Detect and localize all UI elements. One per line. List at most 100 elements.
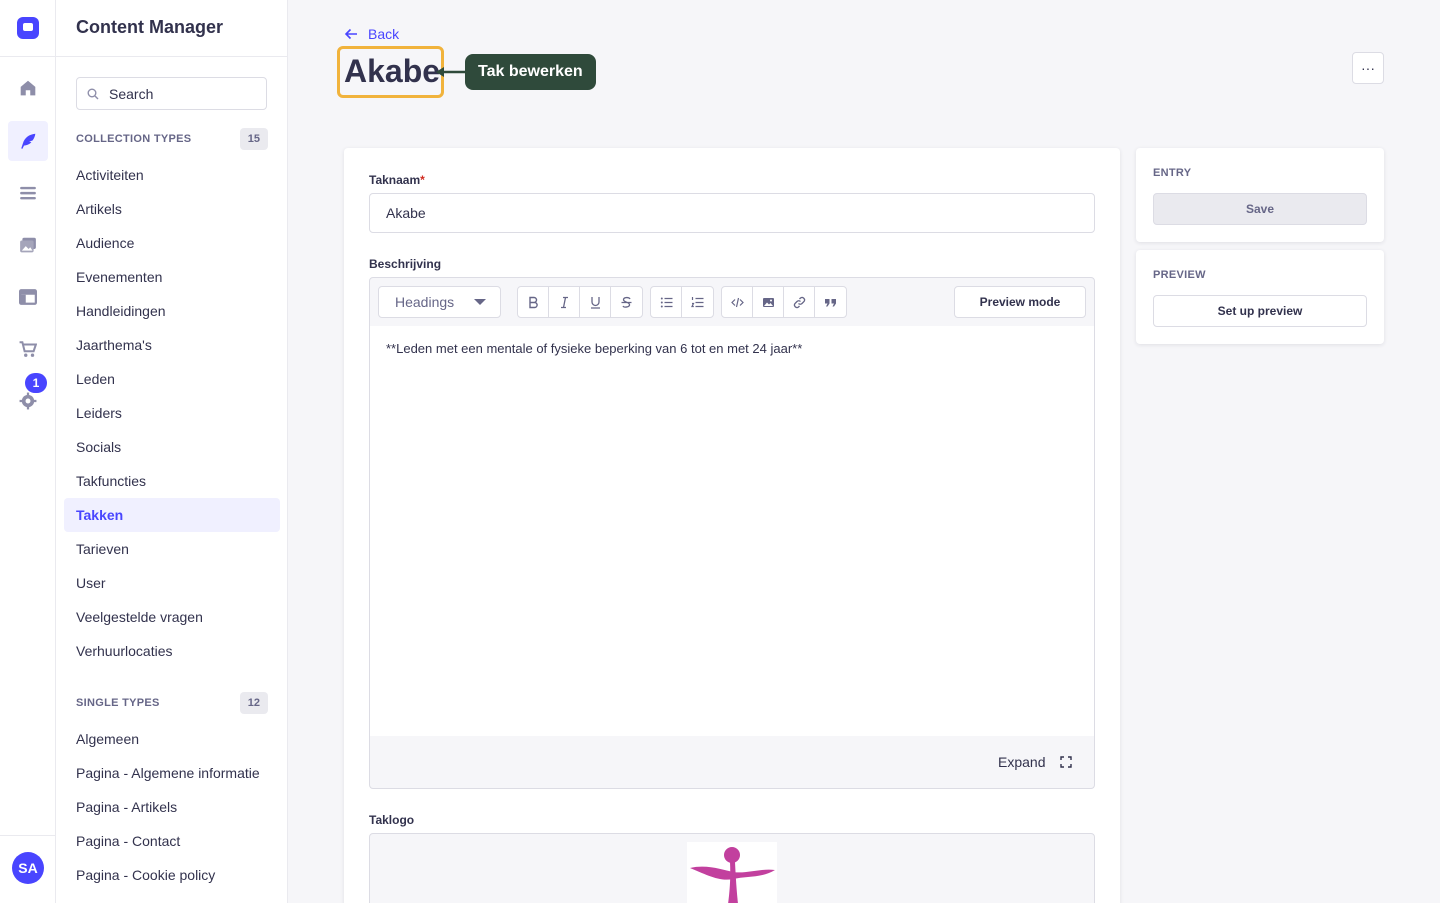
sidebar-item-verhuurlocaties[interactable]: Verhuurlocaties: [64, 634, 280, 668]
page-title: Akabe: [344, 53, 441, 89]
taknaam-label-text: Taknaam: [369, 173, 421, 187]
numbered-list-button[interactable]: [682, 287, 713, 317]
expand-button[interactable]: Expand: [998, 754, 1073, 770]
strikethrough-icon: [621, 296, 632, 308]
sidebar-item-algemeen[interactable]: Algemeen: [64, 722, 280, 756]
single-types-label: SINGLE TYPES: [76, 697, 160, 709]
caret-down-icon: [474, 299, 486, 305]
back-link[interactable]: Back: [344, 26, 399, 42]
taklogo-media-field[interactable]: [369, 833, 1095, 903]
sidebar-item-takfuncties[interactable]: Takfuncties: [64, 464, 280, 498]
sidebar-item-takken[interactable]: Takken: [64, 498, 280, 532]
editor-toolbar: Headings Preview mode: [370, 278, 1094, 326]
sidebar-item-pagina-contact[interactable]: Pagina - Contact: [64, 824, 280, 858]
arrow-left-icon: [344, 28, 357, 40]
taklogo-image: [687, 842, 777, 903]
preview-label: PREVIEW: [1153, 269, 1206, 281]
collection-types-header[interactable]: COLLECTION TYPES 15: [76, 128, 268, 150]
annotation-arrow-icon: [436, 67, 466, 77]
preview-mode-button[interactable]: Preview mode: [954, 286, 1086, 318]
sidebar-divider: [56, 56, 287, 57]
user-avatar[interactable]: SA: [12, 852, 44, 884]
save-button[interactable]: Save: [1153, 193, 1367, 225]
expand-icon: [1060, 756, 1073, 768]
sidebar-title: Content Manager: [76, 17, 224, 37]
rail-divider: [0, 835, 56, 836]
shop-nav-button[interactable]: [8, 329, 48, 369]
sidebar-item-socials[interactable]: Socials: [64, 430, 280, 464]
code-button[interactable]: [722, 287, 753, 317]
image-icon: [762, 297, 774, 307]
code-icon: [730, 297, 744, 307]
bold-icon: [528, 296, 538, 308]
image-button[interactable]: [753, 287, 784, 317]
link-button[interactable]: [784, 287, 815, 317]
numbered-list-icon: [691, 296, 704, 307]
layout-icon: [19, 289, 37, 305]
home-nav-button[interactable]: [8, 68, 48, 108]
bullet-list-icon: [660, 297, 672, 307]
sidebar-item-jaarthema-s[interactable]: Jaarthema's: [64, 328, 280, 362]
single-types-header[interactable]: SINGLE TYPES 12: [76, 692, 268, 714]
sidebar-item-leiders[interactable]: Leiders: [64, 396, 280, 430]
sidebar-item-tarieven[interactable]: Tarieven: [64, 532, 280, 566]
quote-icon: [825, 298, 836, 306]
list-icon: [20, 186, 36, 200]
entry-panel: ENTRY Save: [1136, 148, 1384, 242]
insert-group: [721, 286, 847, 318]
annotation-callout: Tak bewerken: [465, 54, 596, 90]
rail-divider: [0, 56, 56, 57]
feather-icon: [21, 133, 36, 149]
set-up-preview-button[interactable]: Set up preview: [1153, 295, 1367, 327]
italic-button[interactable]: [549, 287, 580, 317]
italic-icon: [560, 296, 568, 308]
quote-button[interactable]: [815, 287, 846, 317]
underline-button[interactable]: [580, 287, 611, 317]
sidebar-item-pagina-artikels[interactable]: Pagina - Artikels: [64, 790, 280, 824]
taknaam-label: Taknaam*: [369, 173, 425, 187]
underline-icon: [590, 296, 600, 309]
text-format-group: [517, 286, 643, 318]
collection-types-count: 15: [239, 128, 268, 150]
sidebar-item-pagina-algemene-informatie[interactable]: Pagina - Algemene informatie: [64, 756, 280, 790]
search-icon: [87, 88, 99, 99]
gear-icon: [19, 392, 37, 410]
taknaam-input[interactable]: Akabe: [369, 193, 1095, 233]
sidebar-item-audience[interactable]: Audience: [64, 226, 280, 260]
strikethrough-button[interactable]: [611, 287, 642, 317]
figure-logo-icon: [690, 847, 775, 903]
search-input[interactable]: Search: [76, 77, 267, 110]
sidebar-item-leden[interactable]: Leden: [64, 362, 280, 396]
sidebar-item-evenementen[interactable]: Evenementen: [64, 260, 280, 294]
images-icon: [20, 237, 36, 253]
single-types-list: Algemeen Pagina - Algemene informatie Pagi…: [64, 722, 280, 892]
house-icon: [20, 80, 36, 96]
layout-nav-button[interactable]: [8, 277, 48, 317]
bold-button[interactable]: [518, 287, 549, 317]
more-actions-button[interactable]: ···: [1352, 52, 1384, 84]
headings-select[interactable]: Headings: [378, 286, 501, 318]
list-group: [650, 286, 714, 318]
strapi-logo-icon[interactable]: [17, 17, 39, 39]
sidebar-item-pagina-cookie-policy[interactable]: Pagina - Cookie policy: [64, 858, 280, 892]
editor-textarea[interactable]: **Leden met een mentale of fysieke beper…: [370, 326, 1094, 736]
taklogo-label: Taklogo: [369, 813, 415, 827]
sidebar-item-user[interactable]: User: [64, 566, 280, 600]
sidebar-item-veelgestelde-vragen[interactable]: Veelgestelde vragen: [64, 600, 280, 634]
cart-icon: [19, 341, 37, 357]
bullet-list-button[interactable]: [651, 287, 682, 317]
content-manager-nav-button[interactable]: [8, 121, 48, 161]
expand-label: Expand: [998, 754, 1046, 770]
entry-label: ENTRY: [1153, 167, 1192, 179]
content-manager-sidebar: Content Manager Search COLLECTION TYPES …: [56, 0, 288, 903]
main-nav-rail: 1 SA: [0, 0, 56, 903]
content-type-builder-nav-button[interactable]: [8, 173, 48, 213]
sidebar-item-artikels[interactable]: Artikels: [64, 192, 280, 226]
sidebar-item-activiteiten[interactable]: Activiteiten: [64, 158, 280, 192]
sidebar-item-handleidingen[interactable]: Handleidingen: [64, 294, 280, 328]
edit-form-card: Taknaam* Akabe Beschrijving Headings Pre…: [344, 148, 1120, 903]
markdown-editor: Headings Preview mode **Leden met een me…: [369, 277, 1095, 789]
preview-panel: PREVIEW Set up preview: [1136, 250, 1384, 344]
media-library-nav-button[interactable]: [8, 225, 48, 265]
headings-select-label: Headings: [395, 294, 455, 310]
